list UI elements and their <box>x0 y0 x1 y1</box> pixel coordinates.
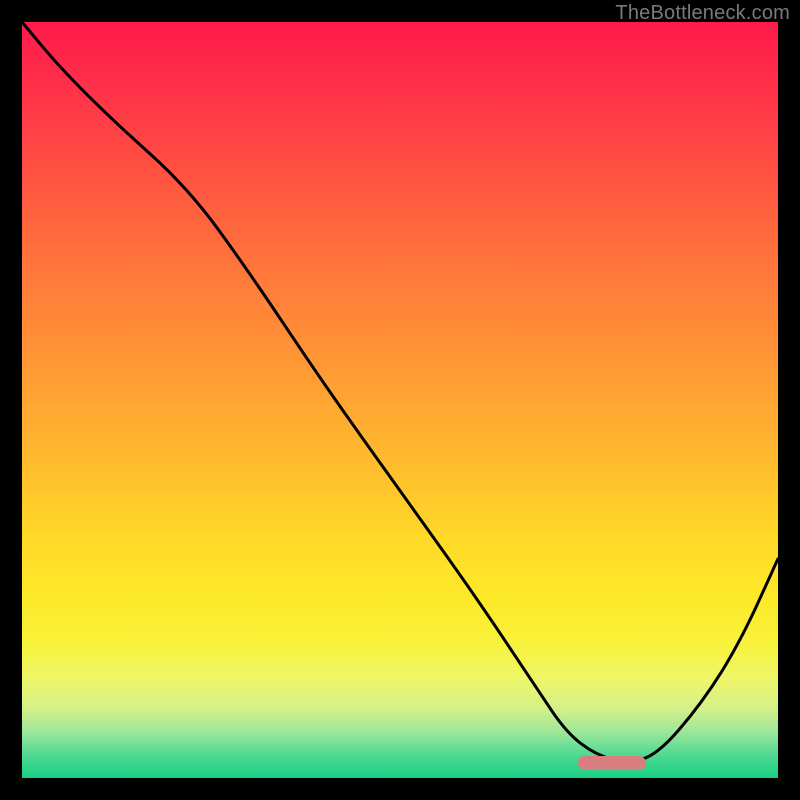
chart-frame: TheBottleneck.com <box>0 0 800 800</box>
bottleneck-curve-path <box>22 22 778 761</box>
plot-area <box>22 22 778 778</box>
optimal-marker <box>578 756 646 770</box>
curve-svg <box>22 22 778 778</box>
